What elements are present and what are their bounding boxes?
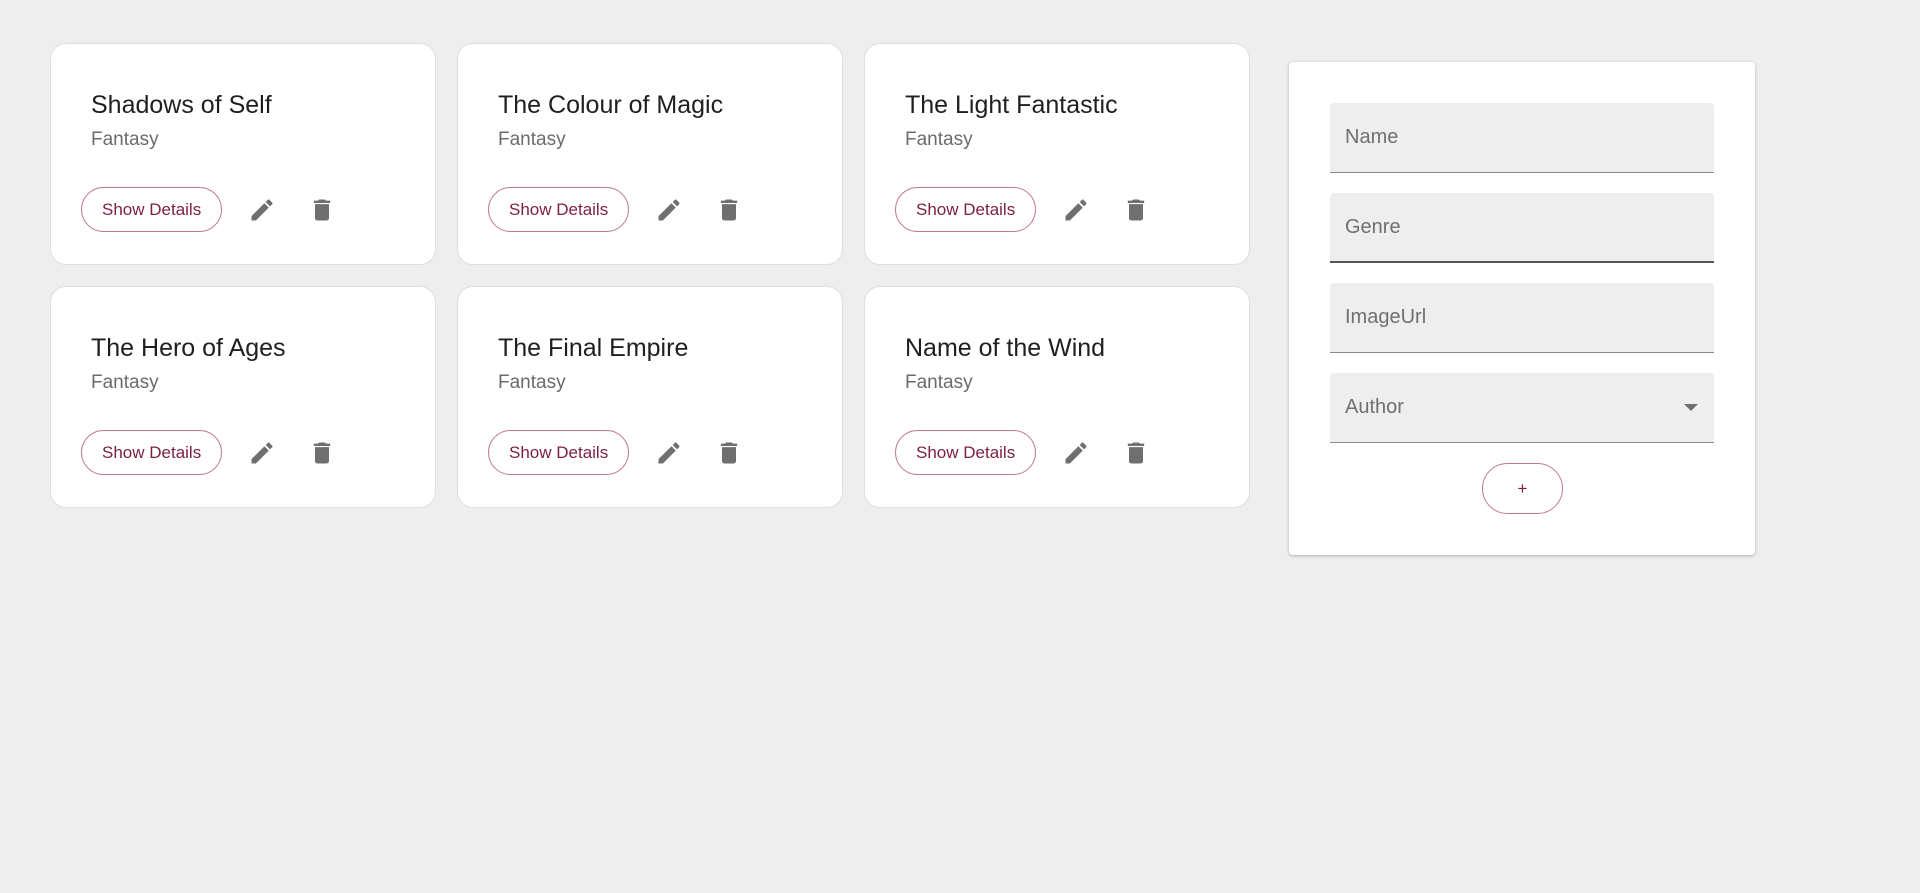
book-title: Shadows of Self <box>91 91 272 119</box>
book-card: The Final Empire Fantasy Show Details <box>457 286 843 508</box>
card-actions: Show Details <box>488 187 749 232</box>
trash-icon <box>721 442 738 463</box>
edit-button[interactable] <box>1056 190 1096 230</box>
book-card: The Colour of Magic Fantasy Show Details <box>457 43 843 265</box>
book-card: Name of the Wind Fantasy Show Details <box>864 286 1250 508</box>
edit-button[interactable] <box>649 190 689 230</box>
book-card: The Light Fantastic Fantasy Show Details <box>864 43 1250 265</box>
add-book-form: Author + <box>1289 62 1755 555</box>
book-genre: Fantasy <box>91 372 159 393</box>
show-details-button[interactable]: Show Details <box>895 187 1037 232</box>
pencil-icon <box>658 441 680 463</box>
book-genre: Fantasy <box>905 372 973 393</box>
author-select-label: Author <box>1345 396 1404 418</box>
pencil-icon <box>251 441 273 463</box>
card-actions: Show Details <box>81 187 342 232</box>
pencil-icon <box>1065 198 1087 220</box>
book-genre: Fantasy <box>498 372 566 393</box>
name-input[interactable] <box>1345 126 1714 149</box>
book-title: Name of the Wind <box>905 334 1106 362</box>
genre-field[interactable] <box>1330 193 1714 263</box>
book-card: The Hero of Ages Fantasy Show Details <box>50 286 436 508</box>
show-details-button[interactable]: Show Details <box>488 430 630 475</box>
edit-button[interactable] <box>1056 433 1096 473</box>
show-details-button[interactable]: Show Details <box>895 430 1037 475</box>
pencil-icon <box>1065 441 1087 463</box>
card-actions: Show Details <box>895 430 1156 475</box>
image-url-input[interactable] <box>1345 306 1714 329</box>
book-genre: Fantasy <box>91 129 159 150</box>
chevron-down-icon <box>1684 404 1698 411</box>
trash-icon <box>721 199 738 220</box>
book-title: The Hero of Ages <box>91 334 286 362</box>
card-actions: Show Details <box>488 430 749 475</box>
book-title: The Colour of Magic <box>498 91 724 119</box>
book-genre: Fantasy <box>498 129 566 150</box>
book-title: The Final Empire <box>498 334 689 362</box>
show-details-button[interactable]: Show Details <box>81 430 223 475</box>
show-details-button[interactable]: Show Details <box>81 187 223 232</box>
name-field[interactable] <box>1330 103 1714 173</box>
trash-icon <box>314 199 331 220</box>
card-actions: Show Details <box>81 430 342 475</box>
author-select[interactable]: Author <box>1330 373 1714 443</box>
edit-button[interactable] <box>242 190 282 230</box>
delete-button[interactable] <box>1116 433 1156 473</box>
trash-icon <box>1128 442 1145 463</box>
delete-button[interactable] <box>1116 190 1156 230</box>
trash-icon <box>1128 199 1145 220</box>
edit-button[interactable] <box>242 433 282 473</box>
show-details-button[interactable]: Show Details <box>488 187 630 232</box>
pencil-icon <box>658 198 680 220</box>
image-url-field[interactable] <box>1330 283 1714 353</box>
add-book-button[interactable]: + <box>1482 463 1563 514</box>
delete-button[interactable] <box>302 433 342 473</box>
card-actions: Show Details <box>895 187 1156 232</box>
book-title: The Light Fantastic <box>905 91 1118 119</box>
delete-button[interactable] <box>302 190 342 230</box>
trash-icon <box>314 442 331 463</box>
genre-input[interactable] <box>1345 215 1714 239</box>
pencil-icon <box>251 198 273 220</box>
book-card: Shadows of Self Fantasy Show Details <box>50 43 436 265</box>
book-card-grid: Shadows of Self Fantasy Show Details The… <box>50 43 1250 508</box>
delete-button[interactable] <box>709 433 749 473</box>
book-genre: Fantasy <box>905 129 973 150</box>
delete-button[interactable] <box>709 190 749 230</box>
edit-button[interactable] <box>649 433 689 473</box>
